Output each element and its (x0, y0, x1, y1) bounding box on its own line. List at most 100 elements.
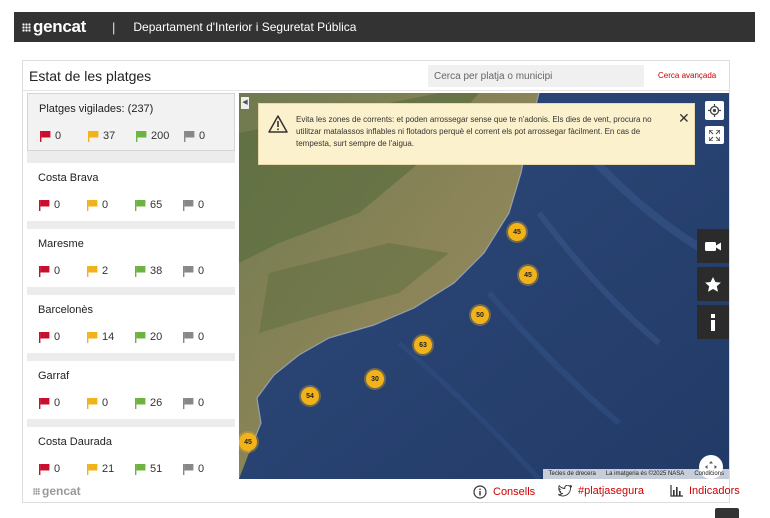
twitter-icon (558, 485, 572, 497)
red-flag-icon (39, 398, 50, 409)
yellow-flag-count: 0 (86, 199, 134, 211)
region-card[interactable]: Garraf 0 0 26 0 (27, 361, 235, 419)
map-view[interactable]: Evita les zones de corrents: et poden ar… (239, 93, 729, 479)
warning-text: Evita les zones de corrents: et poden ar… (296, 115, 652, 148)
star-icon[interactable] (697, 267, 729, 301)
yellow-flag-count: 14 (86, 331, 134, 343)
beach-cluster-marker[interactable]: 30 (366, 370, 384, 388)
grey-flag-count: 0 (182, 463, 230, 475)
flag-count-value: 0 (54, 331, 61, 343)
beach-cluster-marker[interactable]: 45 (508, 223, 526, 241)
logo-text: gencat (33, 17, 86, 36)
red-flag-icon (39, 332, 50, 343)
grey-flag-count: 0 (182, 199, 230, 211)
green-flag-count: 38 (134, 265, 182, 277)
imagery-credit: La imatgeria és ©2025 NASA (605, 471, 685, 477)
red-flag-count: 0 (39, 130, 87, 142)
region-card[interactable]: Barcelonès 0 14 20 0 (27, 295, 235, 353)
info-icon[interactable] (697, 305, 729, 339)
yellow-flag-icon (87, 200, 98, 211)
gencat-dots-icon (22, 22, 31, 32)
flag-count-value: 0 (198, 199, 205, 211)
flag-counts: 0 21 51 0 (38, 463, 230, 475)
beach-cluster-marker[interactable]: 45 (239, 433, 257, 451)
grey-flag-icon (183, 398, 194, 409)
flag-counts: 0 0 26 0 (38, 397, 230, 409)
warning-triangle-icon (268, 115, 288, 133)
top-bar: gencat | Departament d'Interior i Segure… (14, 12, 755, 42)
green-flag-icon (135, 398, 146, 409)
footer-link-indicadors[interactable]: Indicadors (670, 485, 740, 497)
yellow-flag-icon (88, 131, 99, 142)
footer-link-platjasegura[interactable]: #platjasegura (558, 485, 644, 497)
flag-count-value: 0 (102, 199, 109, 211)
flag-count-value: 26 (150, 397, 163, 409)
red-flag-icon (39, 266, 50, 277)
green-flag-icon (136, 131, 147, 142)
flag-count-value: 38 (150, 265, 163, 277)
yellow-flag-icon (87, 266, 98, 277)
flag-count-value: 0 (54, 199, 61, 211)
flag-count-value: 0 (198, 463, 205, 475)
footer-link-label: Consells (493, 486, 536, 498)
scroll-to-top-button[interactable] (715, 508, 739, 518)
beach-cluster-marker[interactable]: 45 (519, 266, 537, 284)
flag-count-value: 0 (54, 397, 61, 409)
beach-cluster-marker[interactable]: 63 (414, 336, 432, 354)
flag-count-value: 0 (102, 397, 109, 409)
red-flag-icon (39, 464, 50, 475)
close-icon[interactable]: ✕ (678, 110, 690, 127)
region-card[interactable]: Costa Brava 0 0 65 0 (27, 163, 235, 221)
flag-count-value: 0 (54, 265, 61, 277)
flag-count-value: 0 (54, 463, 61, 475)
gencat-logo[interactable]: gencat (22, 17, 86, 37)
flag-count-value: 37 (103, 130, 116, 142)
region-list: Platges vigilades: (237) 0 37 200 0 Costa Bra… (27, 93, 235, 483)
grey-flag-count: 0 (182, 397, 230, 409)
department-name[interactable]: Departament d'Interior i Seguretat Públi… (133, 20, 356, 34)
fullscreen-icon[interactable] (705, 126, 724, 144)
region-card[interactable]: Maresme 0 2 38 0 (27, 229, 235, 287)
yellow-flag-count: 37 (87, 130, 135, 142)
grey-flag-icon (184, 131, 195, 142)
advanced-search-link[interactable]: Cerca avançada (658, 71, 716, 80)
green-flag-icon (135, 464, 146, 475)
region-card[interactable]: Costa Daurada 0 21 51 0 (27, 427, 235, 483)
beaches-panel: Estat de les platges Cerca avançada Plat… (22, 60, 730, 503)
green-flag-count: 65 (134, 199, 182, 211)
yellow-flag-icon (87, 332, 98, 343)
flag-count-value: 20 (150, 331, 163, 343)
grey-flag-icon (183, 266, 194, 277)
beach-cluster-marker[interactable]: 54 (301, 387, 319, 405)
safety-warning-banner: Evita les zones de corrents: et poden ar… (258, 103, 695, 165)
flag-counts: 0 2 38 0 (38, 265, 230, 277)
collapse-sidebar-button[interactable]: ◀ (241, 97, 249, 109)
search-input[interactable] (428, 65, 644, 87)
red-flag-count: 0 (38, 265, 86, 277)
locate-icon[interactable] (705, 101, 724, 120)
footer-logo-text: gencat (42, 484, 81, 498)
flag-count-value: 0 (198, 331, 205, 343)
yellow-flag-icon (87, 464, 98, 475)
green-flag-count: 20 (134, 331, 182, 343)
flag-count-value: 0 (198, 265, 205, 277)
yellow-flag-count: 2 (86, 265, 134, 277)
keyboard-shortcuts-link[interactable]: Tecles de drecera (543, 471, 600, 477)
red-flag-count: 0 (38, 331, 86, 343)
flag-count-value: 14 (102, 331, 115, 343)
flag-counts: 0 0 65 0 (38, 199, 230, 211)
camera-icon[interactable] (697, 229, 729, 263)
footer-link-consells[interactable]: Consells (473, 485, 535, 499)
footer-link-label: Indicadors (689, 485, 740, 497)
beach-cluster-marker[interactable]: 50 (471, 306, 489, 324)
flag-count-value: 0 (55, 130, 62, 142)
red-flag-count: 0 (38, 463, 86, 475)
bar-chart-icon (670, 485, 683, 497)
red-flag-icon (40, 131, 51, 142)
terms-link[interactable]: Condicions (689, 471, 729, 477)
region-card-all[interactable]: Platges vigilades: (237) 0 37 200 0 (27, 93, 235, 151)
flag-count-value: 200 (151, 130, 170, 142)
red-flag-count: 0 (38, 397, 86, 409)
yellow-flag-icon (87, 398, 98, 409)
green-flag-count: 26 (134, 397, 182, 409)
